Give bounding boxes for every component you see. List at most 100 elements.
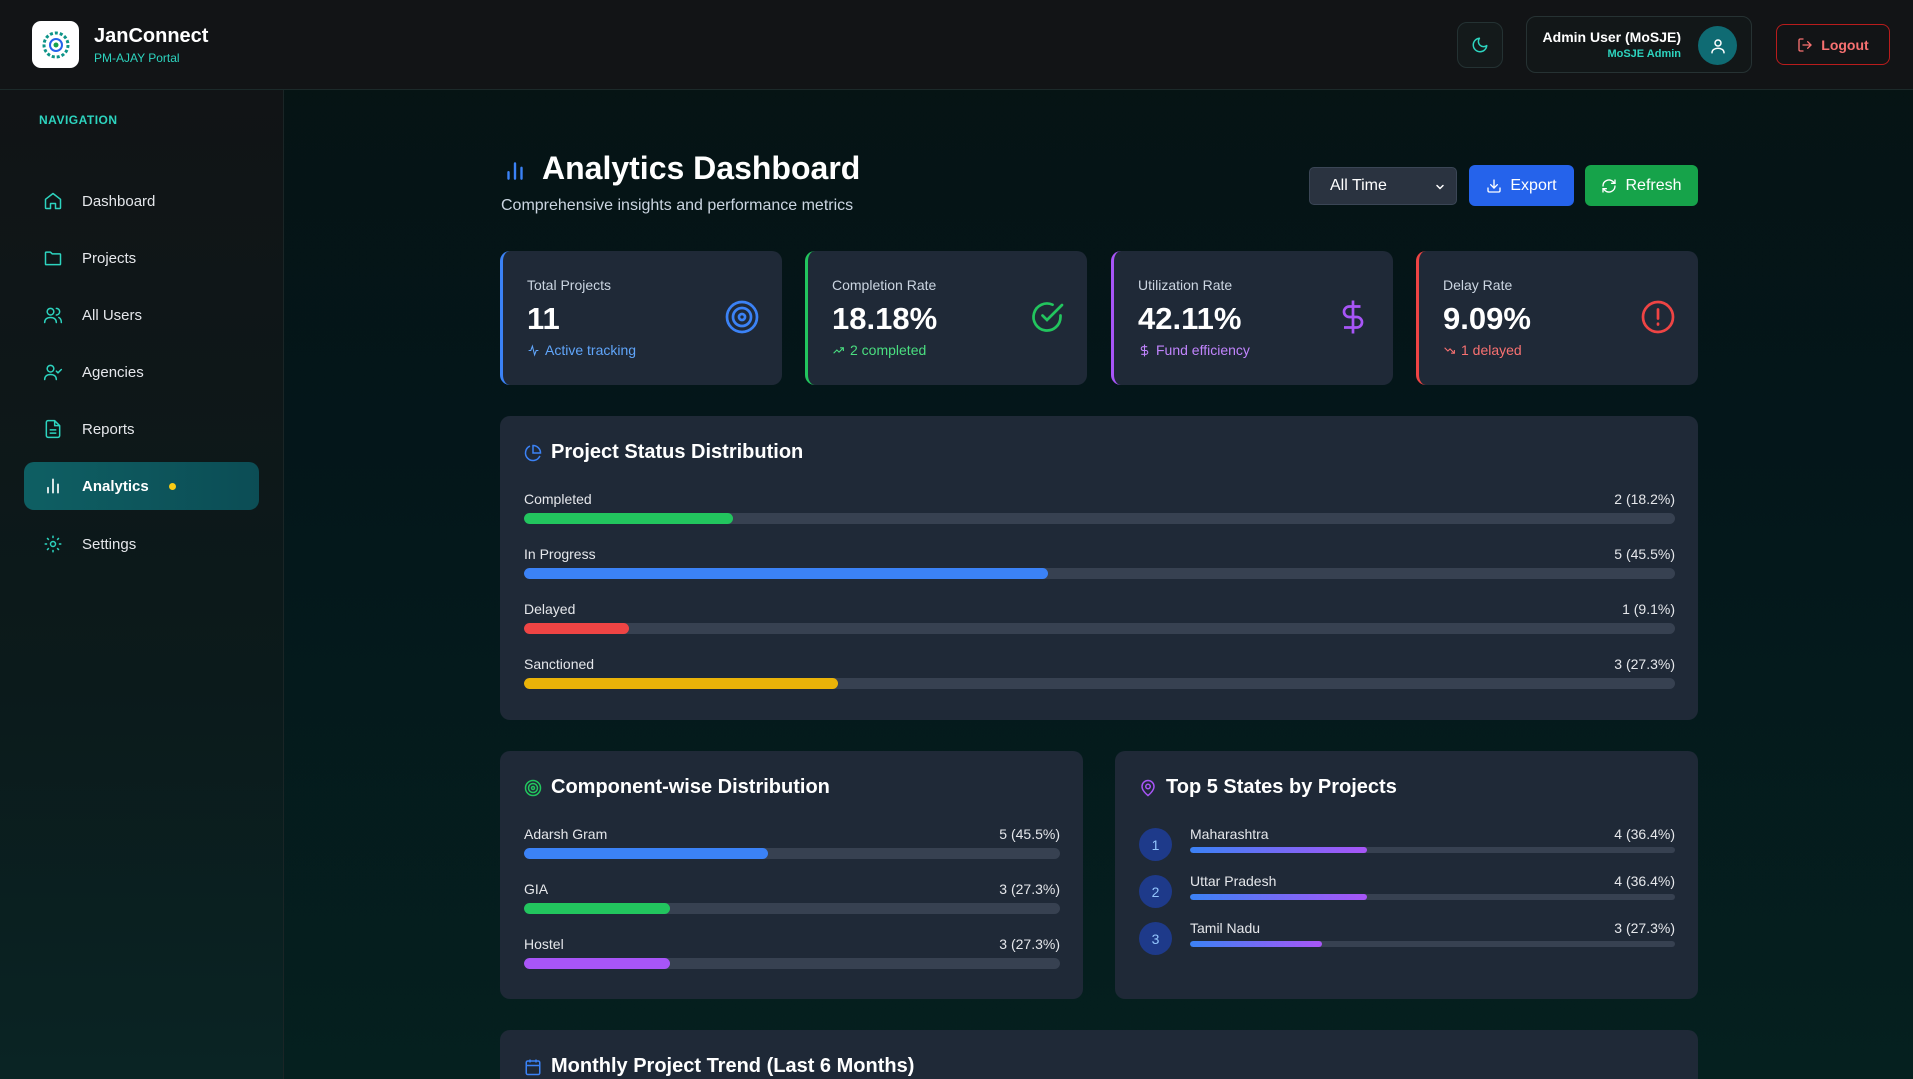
users-icon (43, 307, 63, 324)
progress-fill (524, 623, 629, 634)
rank-badge: 1 (1139, 828, 1172, 861)
stat-card-completion-rate: Completion Rate 18.18% 2 completed (805, 251, 1087, 385)
logout-icon (1798, 37, 1812, 52)
file-text-icon (45, 419, 61, 439)
project-status-panel: Project Status Distribution Completed 2 … (500, 416, 1698, 720)
bar-value: 3 (27.3%) (1614, 656, 1675, 672)
stat-value: 18.18% (832, 301, 938, 336)
bar-chart-icon (507, 162, 523, 180)
user-name: Admin User (MoSJE) (1542, 29, 1681, 45)
bar-label: In Progress (524, 546, 596, 562)
sidebar-item-analytics[interactable]: Analytics (24, 462, 259, 510)
stat-card-total-projects: Total Projects 11 Active tracking (500, 251, 782, 385)
page-title: Analytics Dashboard (542, 150, 861, 186)
target-icon (524, 779, 542, 797)
component-row-adarsh-gram: Adarsh Gram 5 (45.5%) (524, 826, 1060, 871)
sidebar: NAVIGATION Dashboard Projects All Users … (0, 90, 284, 1079)
panel-title: Project Status Distribution (551, 441, 804, 463)
panel-title: Component-wise Distribution (551, 776, 830, 798)
sidebar-item-all-users[interactable]: All Users (24, 291, 259, 339)
user-role: MoSJE Admin (1607, 48, 1681, 60)
stat-footnote: Fund efficiency (1138, 342, 1250, 358)
state-value: 3 (27.3%) (1614, 920, 1675, 936)
state-value: 4 (36.4%) (1614, 826, 1675, 842)
progress-track (1190, 894, 1675, 900)
sidebar-item-agencies[interactable]: Agencies (24, 348, 259, 396)
avatar[interactable] (1698, 26, 1737, 65)
target-icon (725, 300, 759, 334)
status-row-sanctioned: Sanctioned 3 (27.3%) (524, 656, 1675, 701)
sidebar-item-reports[interactable]: Reports (24, 405, 259, 453)
progress-track (524, 678, 1675, 689)
progress-fill (524, 903, 671, 914)
logout-button[interactable]: Logout (1776, 24, 1890, 65)
theme-toggle-button[interactable] (1457, 22, 1503, 68)
stat-value: 9.09% (1443, 301, 1531, 336)
export-label: Export (1510, 176, 1557, 194)
stat-value: 42.11% (1138, 301, 1242, 336)
progress-fill (1190, 894, 1367, 900)
trending-down-icon (1444, 346, 1455, 354)
refresh-button[interactable]: Refresh (1585, 165, 1698, 206)
sidebar-item-label: Projects (82, 249, 137, 267)
stat-label: Delay Rate (1443, 277, 1513, 293)
refresh-icon (1602, 178, 1617, 193)
state-row-tamil-nadu: 3 Tamil Nadu 3 (27.3%) (1139, 920, 1675, 965)
sidebar-item-dashboard[interactable]: Dashboard (24, 177, 259, 225)
stat-label: Completion Rate (832, 277, 937, 293)
sidebar-item-projects[interactable]: Projects (24, 234, 259, 282)
export-button[interactable]: Export (1469, 165, 1574, 206)
stat-label: Utilization Rate (1138, 277, 1233, 293)
rank-badge: 2 (1139, 875, 1172, 908)
bar-value: 5 (45.5%) (1614, 546, 1675, 562)
sidebar-item-label: Settings (82, 535, 137, 553)
progress-fill (524, 568, 1048, 579)
user-check-icon (43, 364, 63, 381)
brand-logo[interactable] (32, 21, 79, 68)
top-header: JanConnect PM-AJAY Portal Admin User (Mo… (0, 0, 1913, 90)
bar-label: Completed (524, 491, 592, 507)
bar-label: Delayed (524, 601, 576, 617)
page-subtitle: Comprehensive insights and performance m… (501, 197, 854, 214)
progress-fill (524, 848, 768, 859)
folder-icon (44, 251, 62, 266)
stat-label: Total Projects (527, 277, 612, 293)
nav-heading: NAVIGATION (39, 113, 118, 127)
stat-footnote-text: Active tracking (545, 342, 637, 358)
pie-chart-icon (524, 444, 542, 462)
status-row-delayed: Delayed 1 (9.1%) (524, 601, 1675, 646)
moon-icon (1472, 37, 1488, 53)
map-pin-icon (1141, 779, 1155, 797)
stat-card-delay-rate: Delay Rate 9.09% 1 delayed (1416, 251, 1698, 385)
time-filter-select[interactable]: All Time (1309, 167, 1457, 205)
stat-card-utilization-rate: Utilization Rate 42.11% Fund efficiency (1111, 251, 1393, 385)
progress-track (524, 568, 1675, 579)
state-row-uttar-pradesh: 2 Uttar Pradesh 4 (36.4%) (1139, 873, 1675, 918)
bar-label: Hostel (524, 936, 564, 952)
rank-badge: 3 (1139, 922, 1172, 955)
active-indicator-dot (168, 482, 176, 490)
progress-track (1190, 941, 1675, 947)
check-circle-icon (1032, 302, 1064, 332)
panel-title: Top 5 States by Projects (1166, 776, 1397, 798)
logout-label: Logout (1821, 36, 1869, 53)
progress-track (524, 848, 1060, 859)
progress-track (524, 958, 1060, 969)
progress-fill (524, 513, 734, 524)
refresh-label: Refresh (1625, 176, 1682, 194)
gear-icon (44, 535, 62, 553)
bar-label: Adarsh Gram (524, 826, 608, 842)
sidebar-item-settings[interactable]: Settings (24, 520, 259, 568)
chevron-down-icon (1436, 184, 1444, 190)
activity-icon (528, 343, 539, 357)
user-profile[interactable]: Admin User (MoSJE) MoSJE Admin (1526, 16, 1752, 73)
status-row-completed: Completed 2 (18.2%) (524, 491, 1675, 536)
state-label: Maharashtra (1190, 826, 1269, 842)
stat-value: 11 (527, 301, 560, 336)
calendar-icon (525, 1059, 541, 1076)
bar-value: 1 (9.1%) (1622, 601, 1675, 617)
status-row-in-progress: In Progress 5 (45.5%) (524, 546, 1675, 591)
brand-subtitle: PM-AJAY Portal (94, 51, 180, 65)
sidebar-item-label: Agencies (82, 363, 144, 381)
progress-fill (524, 958, 671, 969)
